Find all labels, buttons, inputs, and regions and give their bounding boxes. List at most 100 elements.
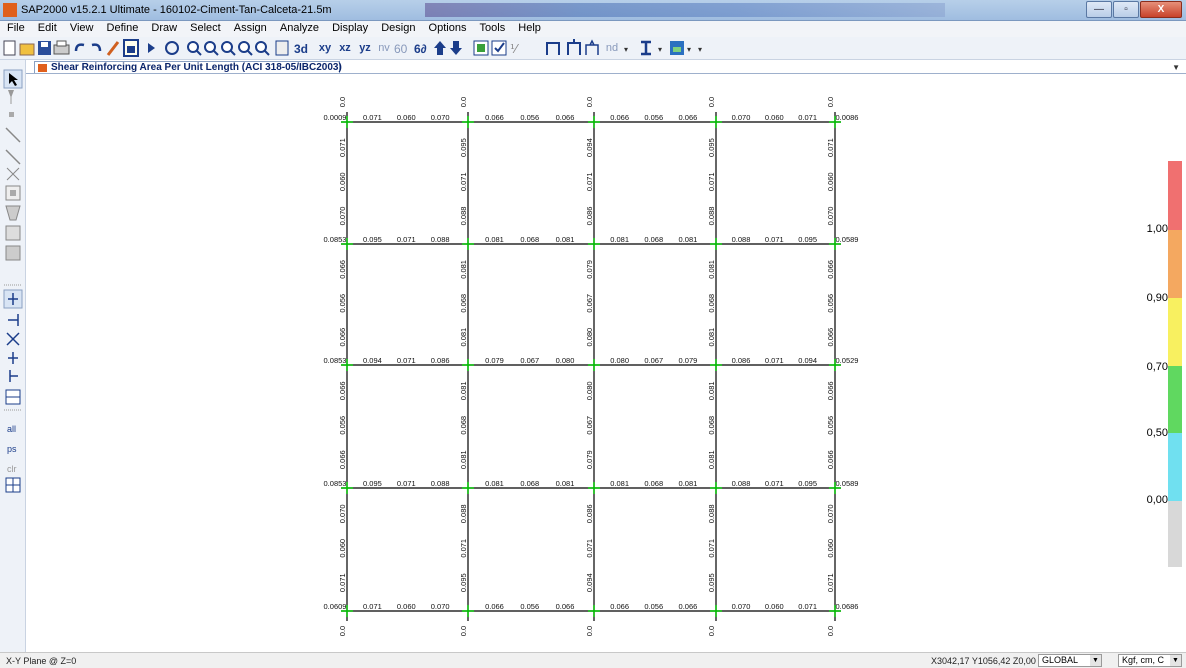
sap-window-icon [38,64,47,72]
snap-intersection-icon[interactable] [6,332,20,346]
snap-line-icon[interactable] [9,370,18,382]
frame-model-drawing[interactable]: 0.071 0.060 0.070 0.066 0.056 0.066 0.066 0.056… [28,75,1183,651]
solid-icon[interactable] [5,245,21,261]
show-forces-icon[interactable] [567,39,581,55]
lock-icon[interactable] [123,39,139,57]
column-shear-label: 0.056 [826,294,835,313]
new-file-icon[interactable] [3,40,16,56]
menu-options[interactable]: Options [429,21,467,34]
menu-tools[interactable]: Tools [480,21,506,34]
run-icon[interactable] [148,43,155,53]
rect-area-icon[interactable] [5,225,21,241]
beam-shear-label: 0.071 [397,479,416,488]
column-shear-label: 0.080 [585,328,594,347]
up-arrow-icon[interactable] [434,41,446,55]
snap-end-icon[interactable] [8,314,19,326]
set-display-options-icon[interactable] [491,40,507,56]
column-shear-label: 0.071 [585,172,594,191]
beam-shear-label: 0.081 [485,479,504,488]
refresh-window-icon[interactable] [165,41,179,55]
menu-select[interactable]: Select [190,21,221,34]
menu-help[interactable]: Help [518,21,541,34]
pan-icon[interactable] [275,40,289,56]
zoom-out-icon[interactable] [204,41,219,56]
print-icon[interactable] [53,40,70,55]
rubber-band-zoom-icon[interactable] [221,41,236,56]
menu-design[interactable]: Design [381,21,415,34]
show-deformed-icon[interactable] [546,42,560,55]
column-shear-label: 0.088 [707,504,716,523]
maximize-button[interactable]: ▫ [1113,1,1139,18]
save-icon[interactable] [38,41,51,55]
joint-overlap-label: 0.0853 [324,479,347,488]
dropdown-arrow-icon[interactable]: ▾ [624,45,628,54]
3d-view-icon[interactable]: 3d [294,42,308,56]
show-undeformed-icon[interactable]: ⅟ [510,42,520,56]
column-shear-label: 0.079 [585,450,594,469]
menu-define[interactable]: Define [107,21,139,34]
pointer-icon[interactable] [3,69,23,89]
more-options-icon[interactable]: ▾ [698,45,702,54]
snap-perpendicular-icon[interactable] [8,352,18,364]
model-canvas[interactable]: 0.071 0.060 0.070 0.066 0.056 0.066 0.066 0.056… [28,75,1183,651]
reshape-icon[interactable] [8,90,14,104]
coord-system-select[interactable]: GLOBAL ▼ [1038,654,1102,667]
area-icon[interactable] [5,185,21,201]
legend-label: 0,50 [1146,427,1168,439]
dropdown-arrow-icon[interactable]: ▾ [687,45,691,54]
joint-overlap-label: 0.0853 [324,356,347,365]
units-select[interactable]: Kgf, cm, C ▼ [1118,654,1182,667]
nd-button[interactable]: nd [605,40,619,57]
minimize-button[interactable]: — [1086,1,1112,18]
menu-display[interactable]: Display [332,21,368,34]
document-tab-title: Shear Reinforcing Area Per Unit Length (… [51,62,342,73]
column-shear-label: 0.066 [826,381,835,400]
column-shear-label: 0.080 [585,381,594,400]
menu-view[interactable]: View [70,21,94,34]
perspective-icon[interactable]: 60 [394,42,408,56]
column-shear-label: 0.060 [338,539,347,558]
pencil-icon[interactable] [106,41,120,56]
column-shear-label: 0.056 [826,416,835,435]
object-shrink-icon[interactable] [473,40,489,56]
previous-select-icon[interactable]: ps [7,444,17,454]
joint-icon[interactable] [9,112,14,117]
xy-view-button[interactable]: xy [318,40,332,57]
quad-area-icon[interactable] [5,205,21,221]
menu-draw[interactable]: Draw [151,21,177,34]
select-all-icon[interactable]: all [7,424,16,434]
legend-label: 0,70 [1146,361,1168,373]
undo-icon[interactable] [74,43,85,52]
menu-file[interactable]: File [7,21,25,34]
menu-analyze[interactable]: Analyze [280,21,319,34]
nv-view-button[interactable]: nv [377,40,391,57]
restore-view-icon[interactable] [238,41,253,56]
sap2000-app-icon[interactable] [3,3,17,17]
snap-grid-icon[interactable] [5,389,21,405]
close-button[interactable]: X [1140,1,1182,18]
redo-icon[interactable] [91,43,102,52]
open-icon[interactable] [19,43,35,56]
snap-joint-icon[interactable] [3,289,23,309]
window-list-arrow-icon[interactable]: ▼ [1172,63,1180,72]
section-icon[interactable] [641,40,651,56]
rotate-3d-icon[interactable]: 6∂ [414,42,427,56]
zoom-in-icon[interactable] [187,41,202,56]
menu-edit[interactable]: Edit [38,21,57,34]
show-stresses-icon[interactable] [585,39,599,55]
xz-view-button[interactable]: xz [338,40,352,57]
cable-icon[interactable] [5,149,21,165]
yz-view-button[interactable]: yz [358,40,372,57]
joint-overlap-label: 0.0 [459,97,468,107]
clear-select-icon[interactable]: clr [7,464,17,474]
dropdown-arrow-icon[interactable]: ▾ [658,45,662,54]
color-legend-bar [1168,161,1182,567]
previous-zoom-icon[interactable] [255,41,270,56]
brace-icon[interactable] [6,167,20,181]
frame-icon[interactable] [5,127,21,143]
select-grid-icon[interactable] [5,477,21,493]
show-design-icon[interactable] [670,41,684,55]
menu-assign[interactable]: Assign [234,21,267,34]
column-shear-label: 0.079 [585,260,594,279]
down-arrow-icon[interactable] [450,41,462,55]
